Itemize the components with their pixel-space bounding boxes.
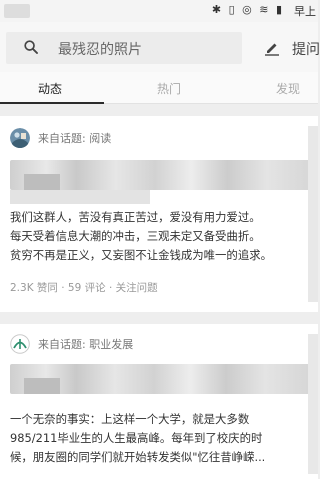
answer-meta[interactable]: 2.3K 赞同 · 59 评论 · 关注问题: [10, 280, 158, 295]
excerpt-line: 每天受着信息大潮的冲击，三观未定又备受曲折。: [10, 229, 261, 243]
answer-excerpt[interactable]: 一个无奈的事实：上这样一个大学，就是大多数 985/211毕业生的人生最高峰。每…: [10, 410, 312, 467]
status-blur: [4, 4, 30, 18]
avatar[interactable]: [10, 334, 30, 354]
status-clock: 早上: [294, 5, 316, 18]
tab-indicator: [0, 102, 104, 104]
tab-discover[interactable]: 发现: [276, 80, 300, 97]
excerpt-line: 贫穷不再是正义，又妄图不让金钱成为唯一的追求。: [10, 248, 272, 262]
topic-source[interactable]: 来自话题: 职业发展: [38, 336, 133, 352]
ask-label: 提问: [292, 42, 320, 58]
excerpt-line: 我们这群人，苦没有真正苦过，爱没有用力爱过。: [10, 210, 261, 224]
tab-bar: 动态 热门 发现: [0, 72, 318, 104]
excerpt-line: 985/211毕业生的人生最高峰。每年到了校庆的时: [10, 431, 263, 445]
avatar-image-icon: [10, 128, 30, 148]
search-input[interactable]: 最残忍的照片: [6, 32, 242, 64]
answer-excerpt[interactable]: 我们这群人，苦没有真正苦过，爱没有用力爱过。 每天受着信息大潮的冲击，三观未定又…: [10, 208, 312, 265]
avatar-image-icon: [10, 334, 30, 354]
avatar[interactable]: [10, 128, 30, 148]
blurred-author-line: [10, 190, 150, 204]
excerpt-line: 一个无奈的事实：上这样一个大学，就是大多数: [10, 412, 250, 426]
feed-card[interactable]: 来自话题: 职业发展 一个无奈的事实：上这样一个大学，就是大多数 985/211…: [0, 324, 318, 479]
topic-source[interactable]: 来自话题: 阅读: [38, 130, 111, 146]
blurred-question-title: [10, 364, 310, 394]
ask-question-button[interactable]: 提问: [258, 32, 320, 64]
feed-card[interactable]: 来自话题: 阅读 我们这群人，苦没有真正苦过，爱没有用力爱过。 每天受着信息大潮…: [0, 116, 318, 312]
search-icon: [24, 40, 38, 54]
edge-blur: [308, 334, 318, 474]
edge-blur: [308, 126, 318, 302]
blurred-question-title: [10, 160, 312, 190]
status-icons: ✱ ▯ ◎ ≋ ▮: [211, 3, 284, 16]
tab-hot[interactable]: 热门: [157, 80, 181, 97]
status-bar: ✱ ▯ ◎ ≋ ▮ 早上: [0, 0, 318, 22]
excerpt-line: 候，朋友圈的同学们就开始转发类似"忆往昔峥嵘...: [10, 450, 266, 464]
search-placeholder: 最残忍的照片: [58, 42, 142, 58]
tab-feed[interactable]: 动态: [38, 80, 62, 97]
pen-icon: [265, 43, 279, 56]
search-bar: 最残忍的照片 提问: [0, 22, 320, 72]
